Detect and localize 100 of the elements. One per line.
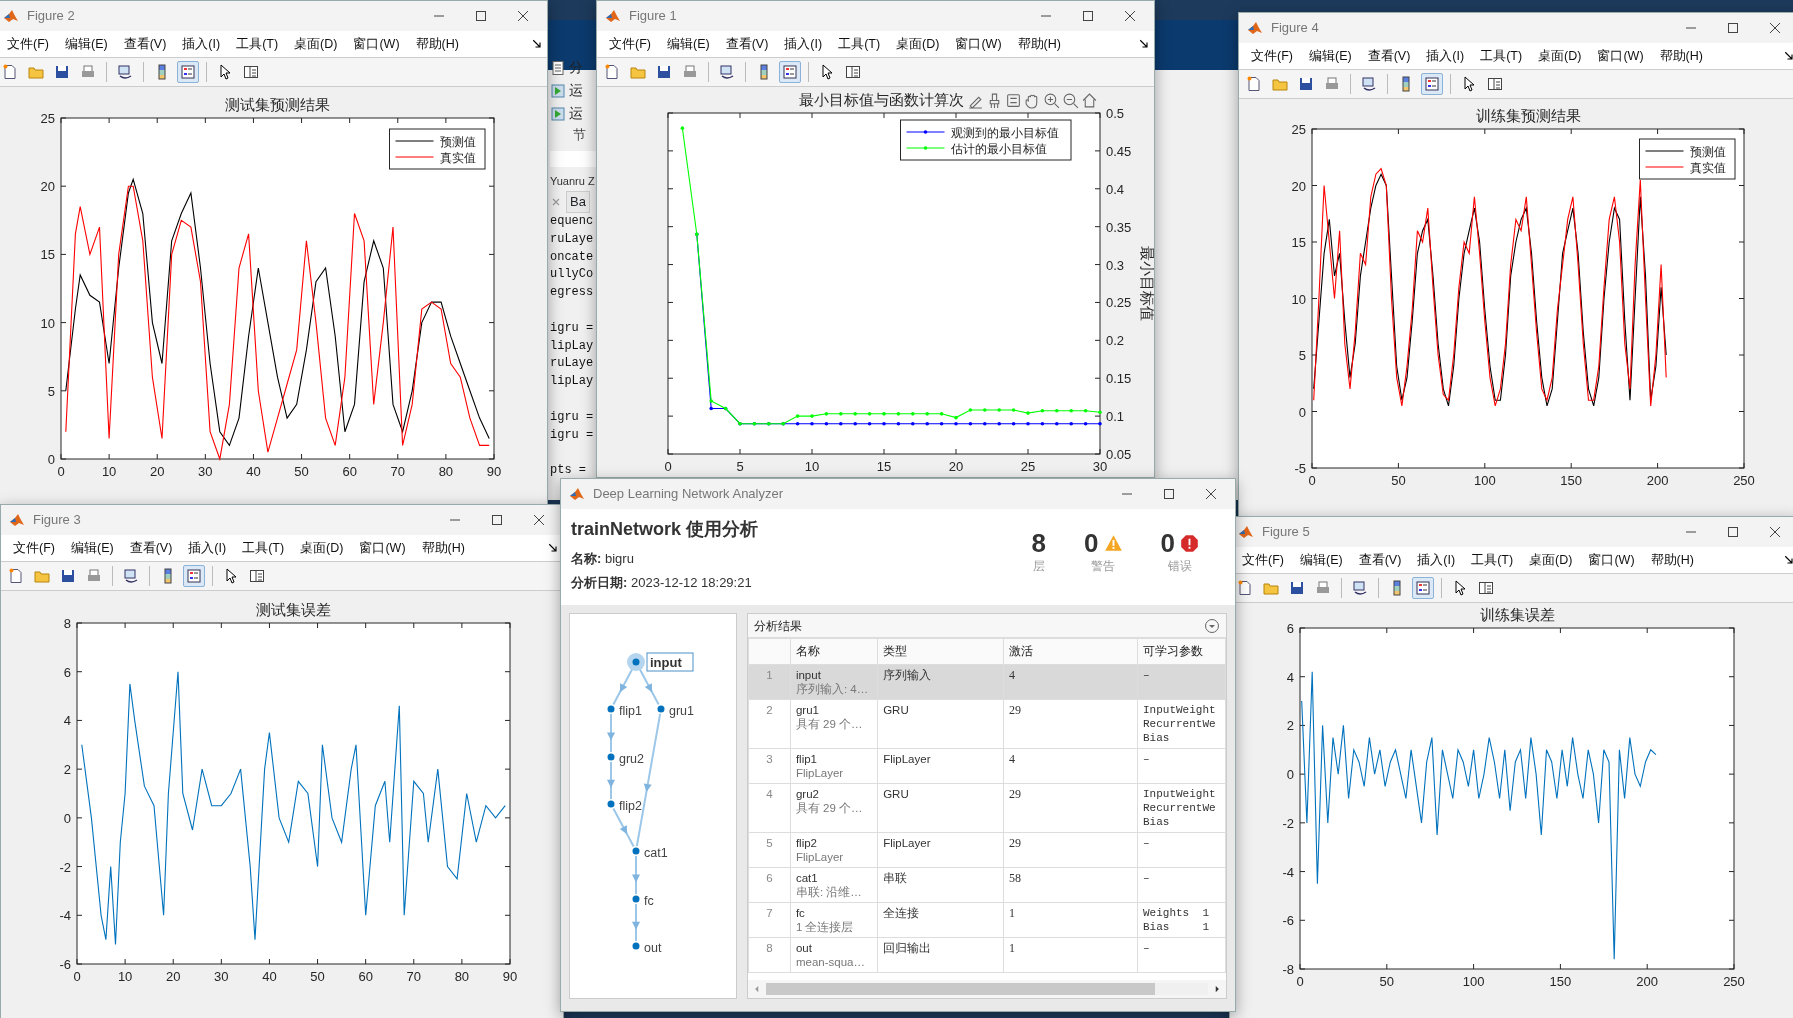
table-row[interactable]: 6 cat1 串联: 沿维… 串联 58 – [748, 867, 1226, 903]
legend-icon[interactable] [1412, 577, 1434, 599]
run-icon[interactable] [550, 82, 566, 99]
maximize-icon[interactable] [1161, 486, 1177, 502]
menu-item[interactable]: 插入(I) [180, 538, 235, 558]
menu-item[interactable]: 查看(V) [1350, 550, 1410, 570]
menu-item[interactable]: 查看(V) [115, 34, 175, 54]
arrow-icon[interactable] [531, 38, 543, 50]
menu-item[interactable]: 桌面(D) [292, 538, 352, 558]
menu-item[interactable]: 帮助(H) [1642, 550, 1702, 570]
scrollbar-thumb[interactable] [766, 983, 1155, 995]
close-icon[interactable] [1122, 8, 1138, 24]
pan-icon[interactable] [1026, 95, 1037, 108]
graph-node[interactable] [657, 705, 665, 713]
graph-node[interactable] [632, 942, 640, 950]
menu-item[interactable]: 桌面(D) [286, 34, 346, 54]
table-row[interactable]: 8 out mean-squa… 回归输出 1 – [748, 937, 1226, 973]
column-header[interactable]: 名称 [790, 638, 878, 665]
close-icon[interactable] [515, 8, 531, 24]
menu-item[interactable]: 帮助(H) [407, 34, 467, 54]
arrow-icon[interactable] [1138, 38, 1150, 50]
menu-item[interactable]: 窗口(W) [1580, 550, 1643, 570]
table-row[interactable]: 4 gru2 具有 29 个… GRU 29 InputWeight RecurrentWe Bias [748, 783, 1226, 833]
menu-item[interactable]: 查看(V) [1359, 46, 1419, 66]
menu-item[interactable]: 编辑(E) [1300, 46, 1360, 66]
menu-item[interactable]: 工具(T) [234, 538, 293, 558]
menu-item[interactable]: 帮助(H) [1651, 46, 1711, 66]
menu-item[interactable]: 文件(F) [0, 34, 57, 54]
menu-item[interactable]: 编辑(E) [56, 34, 116, 54]
graph-node[interactable] [607, 705, 615, 713]
close-icon[interactable] [1767, 20, 1783, 36]
run-icon[interactable] [550, 105, 566, 122]
dropdown-icon[interactable] [1204, 617, 1220, 634]
close-icon[interactable] [1767, 524, 1783, 540]
table-row[interactable]: 3 flip1 FlipLayer FlipLayer 4 – [748, 748, 1226, 784]
menu-item[interactable]: 文件(F) [601, 34, 659, 54]
zoom-in-icon[interactable] [1045, 94, 1059, 108]
menu-item[interactable]: 窗口(W) [345, 34, 408, 54]
menu-item[interactable]: 查看(V) [717, 34, 777, 54]
menu-item[interactable]: 插入(I) [776, 34, 831, 54]
brush-icon[interactable] [990, 94, 999, 108]
graph-node[interactable] [627, 653, 645, 671]
maximize-icon[interactable] [1725, 524, 1741, 540]
menu-item[interactable]: 文件(F) [1243, 46, 1301, 66]
maximize-icon[interactable] [473, 8, 489, 24]
menu-item[interactable]: 窗口(W) [947, 34, 1010, 54]
close-icon[interactable] [531, 512, 547, 528]
legend-icon[interactable] [779, 61, 801, 83]
column-header[interactable]: 可学习参数 [1137, 638, 1226, 665]
table-row[interactable]: 1 input 序列输入: 4… 序列输入 4 – [748, 664, 1226, 700]
menu-item[interactable]: 桌面(D) [1521, 550, 1581, 570]
address-field[interactable] [550, 151, 598, 167]
maximize-icon[interactable] [1725, 20, 1741, 36]
toolstrip-label[interactable]: 运 [569, 103, 583, 124]
graph-node[interactable] [607, 800, 615, 808]
menu-item[interactable]: 桌面(D) [888, 34, 948, 54]
menu-item[interactable]: 桌面(D) [1530, 46, 1590, 66]
arrow-icon[interactable] [1783, 554, 1793, 566]
menu-item[interactable]: 工具(T) [228, 34, 287, 54]
list-icon[interactable] [1007, 94, 1020, 107]
menu-item[interactable]: 窗口(W) [351, 538, 414, 558]
editor-tab[interactable]: Ba [566, 191, 590, 213]
menu-item[interactable]: 编辑(E) [658, 34, 718, 54]
menu-item[interactable]: 工具(T) [830, 34, 889, 54]
document-icon[interactable] [550, 59, 566, 76]
legend-icon[interactable] [177, 61, 199, 83]
column-header[interactable]: 激活 [1003, 638, 1138, 665]
menu-item[interactable]: 插入(I) [1418, 46, 1473, 66]
pen-icon[interactable] [969, 97, 982, 108]
arrow-icon[interactable] [547, 542, 559, 554]
maximize-icon[interactable] [489, 512, 505, 528]
menu-item[interactable]: 编辑(E) [62, 538, 122, 558]
table-row[interactable]: 2 gru1 具有 29 个… GRU 29 InputWeight RecurrentWe Bias [748, 699, 1226, 749]
menu-item[interactable]: 文件(F) [1234, 550, 1292, 570]
graph-node[interactable] [632, 847, 640, 855]
home-icon[interactable] [1083, 94, 1096, 107]
column-header[interactable]: 类型 [877, 638, 1004, 665]
legend-icon[interactable] [183, 565, 205, 587]
zoom-out-icon[interactable] [1064, 94, 1078, 108]
menu-item[interactable]: 工具(T) [1472, 46, 1531, 66]
toolstrip-label[interactable]: 运 [569, 80, 583, 101]
menu-item[interactable]: 插入(I) [1409, 550, 1464, 570]
tick-label: 15 [40, 247, 55, 263]
table-row[interactable]: 7 fc 1 全连接层 全连接 1 Weights 1 Bias 1 [748, 902, 1226, 938]
menu-item[interactable]: 窗口(W) [1589, 46, 1652, 66]
menu-item[interactable]: 帮助(H) [413, 538, 473, 558]
table-row[interactable]: 5 flip2 FlipLayer FlipLayer 29 – [748, 832, 1226, 868]
graph-node[interactable] [632, 895, 640, 903]
menu-item[interactable]: 帮助(H) [1009, 34, 1069, 54]
menu-item[interactable]: 编辑(E) [1291, 550, 1351, 570]
arrow-icon[interactable] [1783, 50, 1793, 62]
menu-item[interactable]: 文件(F) [5, 538, 63, 558]
legend-icon[interactable] [1421, 73, 1443, 95]
graph-node[interactable] [607, 753, 615, 761]
horizontal-scrollbar[interactable] [748, 980, 1226, 998]
maximize-icon[interactable] [1080, 8, 1096, 24]
menu-item[interactable]: 插入(I) [174, 34, 229, 54]
menu-item[interactable]: 工具(T) [1463, 550, 1522, 570]
menu-item[interactable]: 查看(V) [121, 538, 181, 558]
close-icon[interactable] [1203, 486, 1219, 502]
